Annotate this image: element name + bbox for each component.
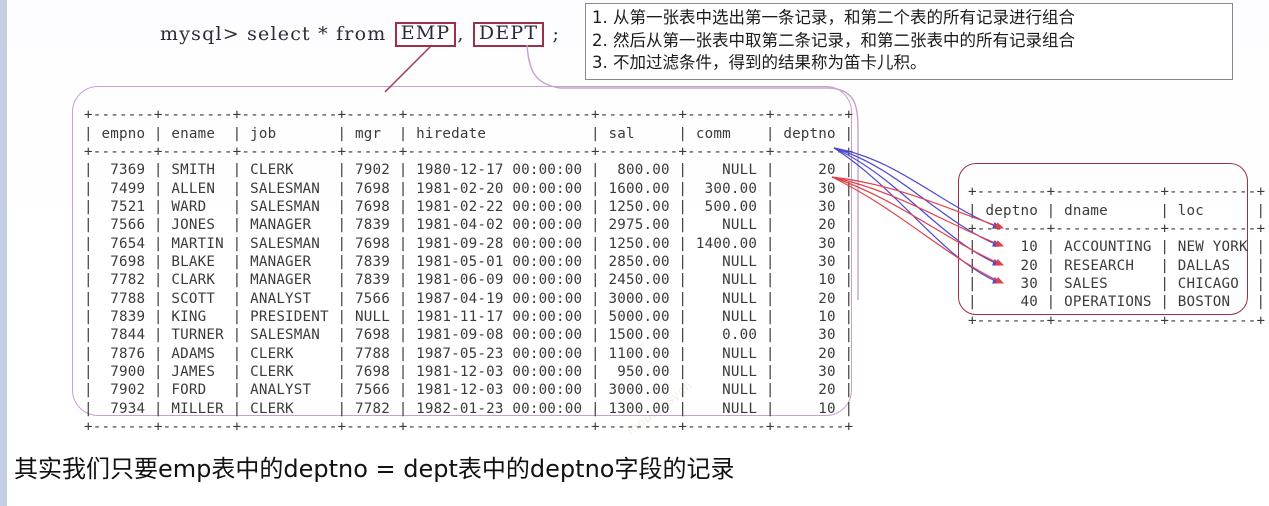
note-line-3: 3. 不加过滤条件，得到的结果称为笛卡儿积。	[592, 53, 927, 72]
sql-separator: ,	[457, 23, 472, 46]
left-edge-strip	[0, 0, 7, 506]
note-line-2: 2. 然后从第一张表中取第二条记录，和第二张表中的所有记录组合	[592, 30, 1075, 50]
explanation-note-box: 1. 从第一张表中选出第一条记录，和第二个表的所有记录进行组合 2. 然后从第一…	[585, 3, 1233, 80]
sql-query-line: mysql> select * from EMP , DEPT ;	[160, 22, 560, 47]
emp-table-text: +-------+--------+-----------+------+---…	[84, 107, 854, 436]
emp-table-highlight-box[interactable]: EMP	[394, 22, 457, 47]
sql-prefix: mysql> select * from	[160, 23, 394, 46]
sql-terminator: ;	[545, 23, 561, 46]
note-line-1: 1. 从第一张表中选出第一条记录，和第二个表的所有记录进行组合	[592, 8, 1075, 27]
dept-table-highlight-box[interactable]: DEPT	[472, 22, 545, 47]
screenshot-root: mooc.osych mysql> select * from EMP , DE…	[0, 0, 1269, 506]
dept-table-text: +--------+------------+----------+ | dep…	[968, 184, 1266, 329]
bottom-caption: 其实我们只要emp表中的deptno = dept表中的deptno字段的记录	[14, 455, 735, 483]
